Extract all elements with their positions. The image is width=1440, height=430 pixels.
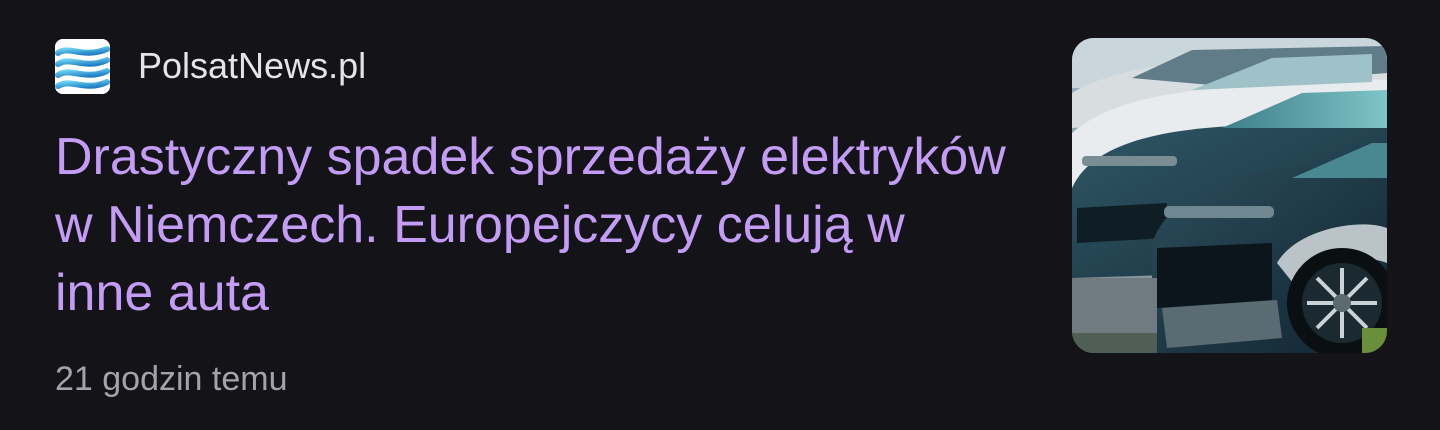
source-row: PolsatNews.pl — [55, 38, 366, 94]
article-thumbnail[interactable] — [1072, 38, 1387, 353]
polsat-news-logo-icon — [55, 38, 110, 94]
parked-electric-cars-image — [1072, 38, 1387, 353]
news-card[interactable]: PolsatNews.pl Drastyczny spadek sprzedaż… — [0, 0, 1440, 430]
article-headline[interactable]: Drastyczny spadek sprzedaży elektryków w… — [55, 123, 1015, 327]
published-time: 21 godzin temu — [55, 360, 288, 398]
source-name[interactable]: PolsatNews.pl — [138, 44, 366, 88]
